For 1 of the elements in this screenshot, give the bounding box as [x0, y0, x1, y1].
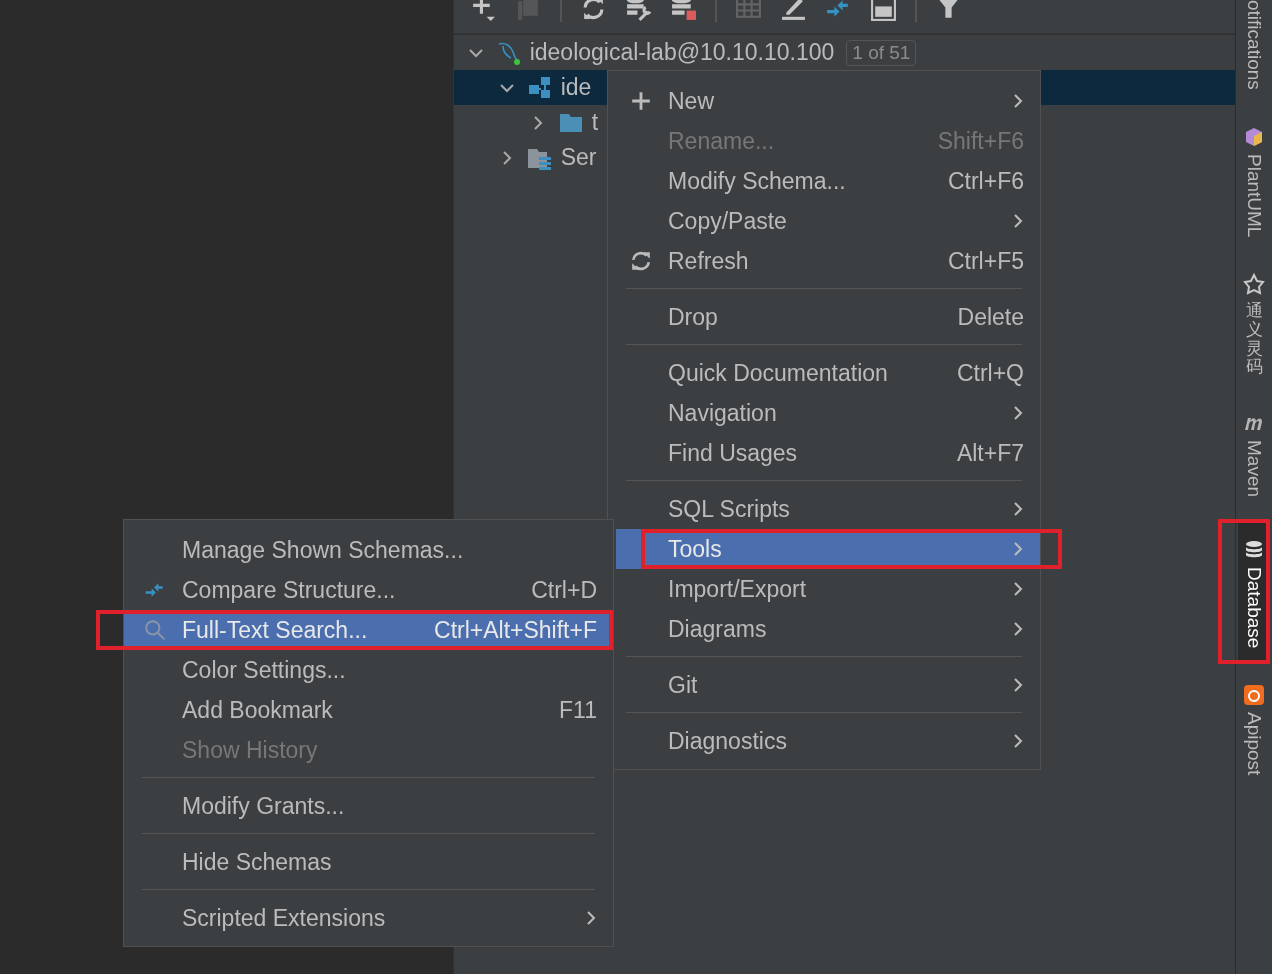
schema-count: 1 of 51 [846, 39, 917, 66]
